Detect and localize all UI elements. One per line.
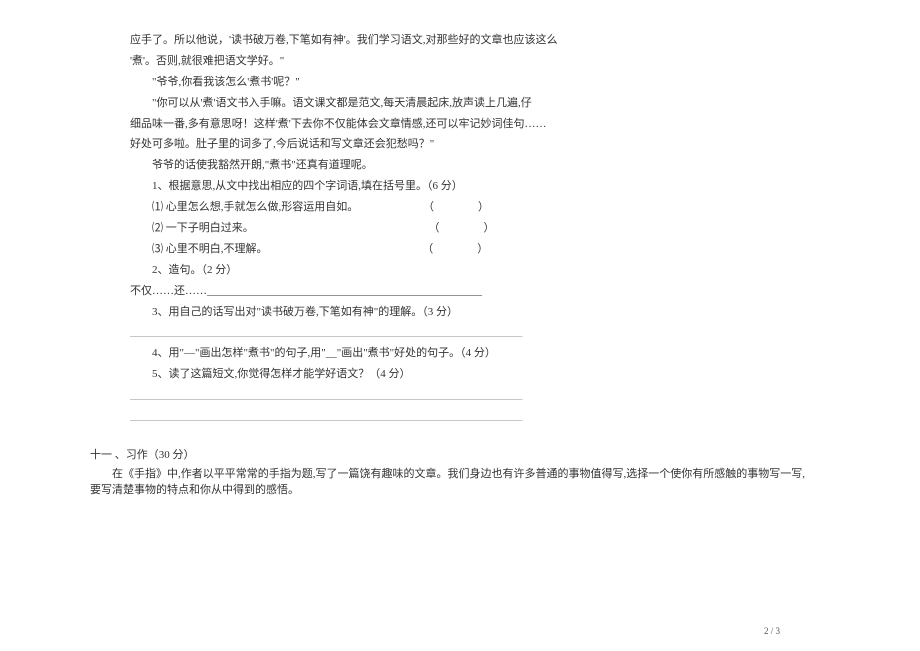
- passage-line-3: "爷爷,你看我该怎么'煮书'呢？": [130, 72, 810, 93]
- q1-i1-text: ⑴ 心里怎么想,手就怎么做,形容运用自如。: [152, 201, 358, 213]
- passage-line-5: 细品味一番,多有意思呀！这样'煮'下去你不仅能体会文章情感,还可以牢记妙词佳句……: [130, 114, 810, 135]
- question-3: 3、用自己的话写出对"读书破万卷,下笔如有神"的理解。（3 分）: [130, 302, 810, 323]
- question-2-prompt: 不仅……还……_________________________________…: [130, 281, 810, 302]
- question-2: 2、造句。（2 分）: [130, 260, 810, 281]
- q5-answer-line-2: ________________________________________…: [130, 406, 810, 427]
- q1-i2-paren: （ ）: [407, 218, 495, 239]
- q1-i1-paren: （ ）: [401, 197, 489, 218]
- q1-i2-text: ⑵ 一下子明白过来。: [152, 222, 254, 234]
- q2-prompt-text: 不仅……还……: [130, 285, 207, 297]
- section-11-content: 在《手指》中,作者以平平常常的手指为题,写了一篇饶有趣味的文章。我们身边也有许多…: [90, 466, 810, 499]
- passage-line-4: "你可以从'煮'语文书入手嘛。语文课文都是范文,每天清晨起床,放声读上几遍,仔: [130, 93, 810, 114]
- question-1-item-3: ⑶ 心里不明白,不理解。 （ ）: [130, 239, 810, 260]
- question-1-item-2: ⑵ 一下子明白过来。 （ ）: [130, 218, 810, 239]
- passage-line-6: 好处可多啦。肚子里的词多了,今后说话和写文章还会犯愁吗？": [130, 134, 810, 155]
- question-5: 5、读了这篇短文,你觉得怎样才能学好语文？（4 分）: [130, 364, 810, 385]
- document-page: 应手了。所以他说，'读书破万卷,下笔如有神'。我们学习语文,对那些好的文章也应该…: [0, 0, 920, 519]
- page-number: 2 / 3: [764, 626, 780, 636]
- section-11-title: 十一 、习作（30 分）: [90, 445, 810, 466]
- q1-i3-paren: （ ）: [400, 239, 488, 260]
- q1-i3-text: ⑶ 心里不明白,不理解。: [152, 243, 268, 255]
- q2-blank: ________________________________________…: [207, 285, 482, 297]
- passage-line-1: 应手了。所以他说，'读书破万卷,下笔如有神'。我们学习语文,对那些好的文章也应该…: [130, 30, 810, 51]
- question-4: 4、用"—"画出怎样"煮书"的句子,用"__"画出"煮书"好处的句子。（4 分）: [130, 343, 810, 364]
- q5-answer-line-1: ________________________________________…: [130, 385, 810, 406]
- question-1-item-1: ⑴ 心里怎么想,手就怎么做,形容运用自如。 （ ）: [130, 197, 810, 218]
- question-1: 1、根据意思,从文中找出相应的四个字词语,填在括号里。（6 分）: [130, 176, 810, 197]
- q3-answer-line: ________________________________________…: [130, 322, 810, 343]
- passage-line-7: 爷爷的话使我豁然开朗,"煮书"还真有道理呢。: [130, 155, 810, 176]
- passage-line-2: '煮'。否则,就很难把语文学好。": [130, 51, 810, 72]
